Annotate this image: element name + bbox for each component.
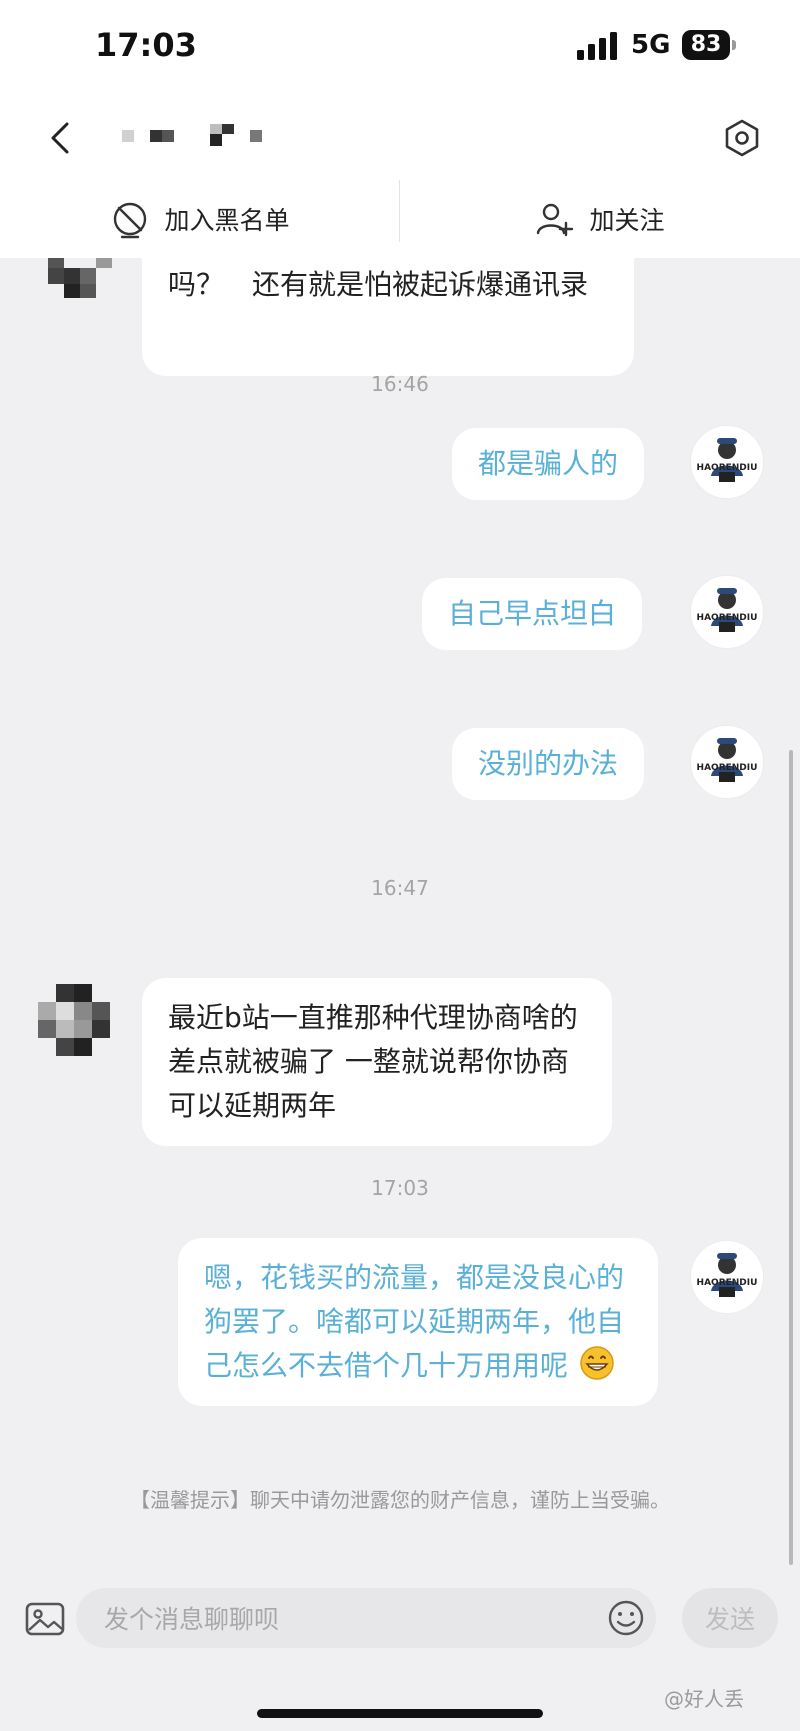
self-avatar[interactable]: HAORENDIU [690,725,764,799]
message-bubble-outgoing: 嗯，花钱买的流量，都是没良心的狗罢了。啥都可以延期两年，他自己怎么不去借个几十万… [178,1238,658,1406]
svg-text:HAORENDIU: HAORENDIU [697,613,758,623]
safety-tip: 【温馨提示】聊天中请勿泄露您的财产信息，谨防上当受骗。 [130,1488,670,1512]
emoji-button[interactable] [606,1598,646,1638]
haorendiu-avatar-icon: HAORENDIU [697,738,758,782]
blacklist-icon [114,202,147,239]
chat-scrollbar[interactable] [789,750,793,1565]
status-time: 17:03 [95,26,197,64]
action-bar: 加入黑名单 加关注 [0,180,800,258]
message-text: 嗯，花钱买的流量，都是没良心的狗罢了。啥都可以延期两年，他自己怎么不去借个几十万… [204,1261,625,1382]
watermark: @好人丢 [664,1687,744,1711]
grinning-face-emoji-icon [580,1346,614,1380]
message-input[interactable] [102,1588,586,1650]
message-bubble-incoming: 吗？ 还有就是怕被起诉爆通讯录 [142,258,634,376]
timestamp: 16:47 [371,876,429,900]
chat-messages[interactable]: 吗？ 还有就是怕被起诉爆通讯录 16:46 都是骗人的 HAORENDIU 自己… [0,258,800,1570]
battery-tip [732,40,736,50]
self-avatar[interactable]: HAORENDIU [690,575,764,649]
chevron-left-icon [51,122,69,154]
timestamp: 17:03 [371,1176,429,1200]
svg-text:HAORENDIU: HAORENDIU [697,1278,758,1288]
add-follow-icon [537,203,574,237]
message-bubble-incoming: 最近b站一直推那种代理协商啥的 差点就被骗了 一整就说帮你协商可以延期两年 [142,978,612,1146]
message-bubble-outgoing: 都是骗人的 [452,428,645,500]
contact-avatar[interactable] [38,984,110,1056]
follow-button[interactable]: 加关注 [400,180,800,258]
blacklist-label: 加入黑名单 [164,206,290,235]
hexagon-settings-icon [725,119,759,157]
follow-label: 加关注 [589,206,665,235]
self-avatar[interactable]: HAORENDIU [690,1240,764,1314]
message-input-wrapper [76,1588,656,1650]
chat-header [0,96,800,180]
message-text: 没别的办法 [478,747,619,780]
contact-avatar [48,258,112,298]
timestamp: 16:46 [371,372,429,396]
send-button[interactable]: 发送 [682,1588,778,1648]
message-text: 都是骗人的 [478,447,619,480]
svg-text:HAORENDIU: HAORENDIU [697,763,758,773]
battery-icon: 83 [682,30,730,60]
back-button[interactable] [40,110,80,166]
message-text: 自己早点坦白 [448,597,617,630]
haorendiu-avatar-icon: HAORENDIU [697,438,758,482]
blacklist-button[interactable]: 加入黑名单 [0,180,400,258]
image-button[interactable] [24,1598,66,1640]
message-bubble-outgoing: 没别的办法 [452,728,645,800]
haorendiu-avatar-icon: HAORENDIU [697,1253,758,1297]
message-text: 最近b站一直推那种代理协商啥的 差点就被骗了 一整就说帮你协商可以延期两年 [168,1001,578,1122]
message-bubble-outgoing: 自己早点坦白 [422,578,643,650]
svg-text:HAORENDIU: HAORENDIU [697,463,758,473]
home-indicator[interactable] [257,1709,543,1718]
composer-bar: 发送 [0,1570,800,1690]
haorendiu-avatar-icon: HAORENDIU [697,588,758,632]
image-icon [25,1602,65,1636]
smiley-icon [608,1600,644,1636]
action-divider [399,180,400,242]
signal-icon [577,32,617,60]
status-bar: 17:03 5G 83 [0,0,800,96]
self-avatar[interactable]: HAORENDIU [690,425,764,499]
message-text: 吗？ 还有就是怕被起诉爆通讯录 [168,268,589,301]
settings-button[interactable] [716,112,768,164]
network-label: 5G [631,30,671,60]
contact-name-redacted [122,124,262,146]
